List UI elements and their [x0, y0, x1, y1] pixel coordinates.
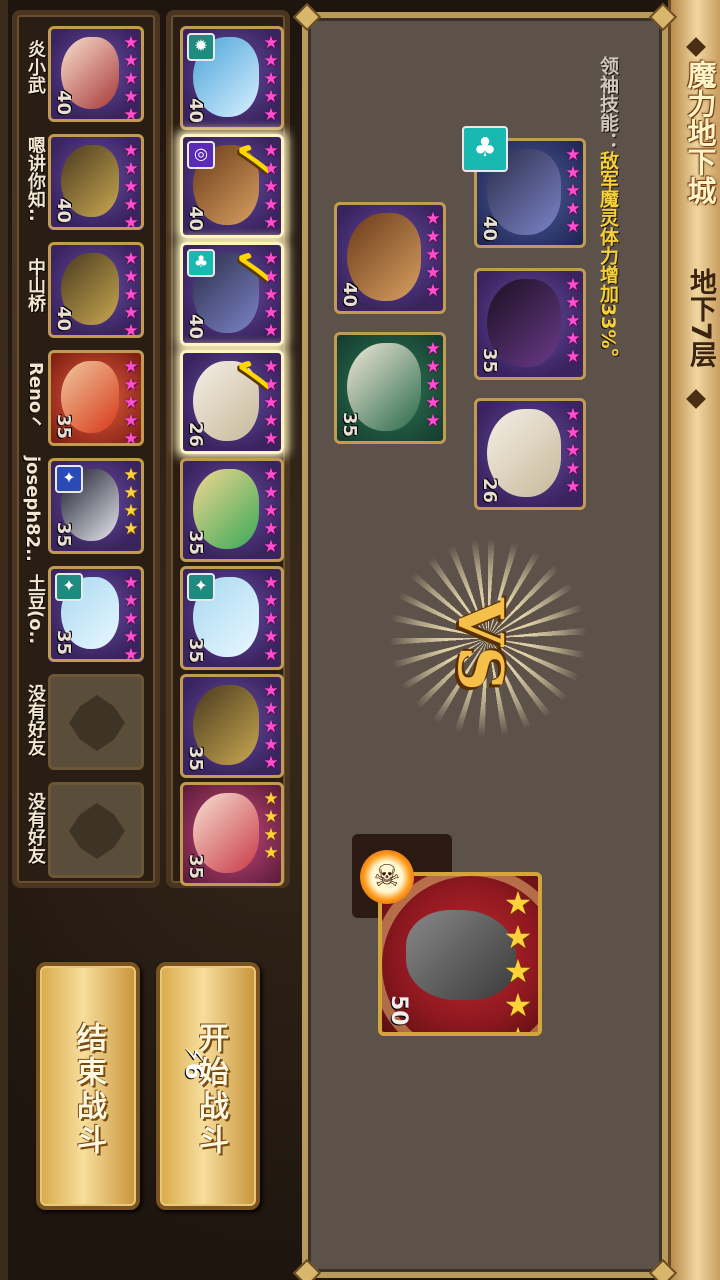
- friend-monster-card[interactable]: 35 ★★★★★: [48, 350, 144, 446]
- dungeon-title: 魔力地下城: [683, 60, 717, 205]
- friend-monster-card[interactable]: 40 ★★★★★: [48, 26, 144, 122]
- friend-name: 土豆(o..: [25, 574, 46, 645]
- selected-checkmark-icon: ✓: [221, 352, 285, 399]
- title-bar: 魔力地下城 地下7层: [668, 0, 720, 1280]
- enemy-monster-card[interactable]: 26 ★★★★★: [474, 398, 586, 510]
- end-battle-button[interactable]: 结束战斗: [36, 962, 140, 1210]
- corner-ornament: [292, 1258, 322, 1280]
- empty-slot-icon: [69, 803, 125, 859]
- my-monster-card[interactable]: 35 ★★★★★: [180, 458, 284, 562]
- skill-effect-icon: ✦: [55, 465, 83, 493]
- empty-friend-slot: [48, 674, 144, 770]
- monster-level: 35: [185, 853, 206, 879]
- monster-stars: ★★★★: [121, 465, 141, 537]
- monster-level: 26: [185, 421, 206, 447]
- friend-name: 中山桥: [25, 258, 46, 312]
- monster-level: 35: [185, 637, 206, 663]
- monster-level: 40: [53, 89, 74, 115]
- monster-level: 26: [479, 477, 500, 503]
- monster-stars: ★★★★★: [121, 249, 141, 338]
- monster-level: 40: [53, 305, 74, 331]
- leader-skill-icon: ♣: [462, 126, 508, 172]
- enemy-monster-card[interactable]: 35 ★★★★★: [474, 268, 586, 380]
- leader-skill-label: 领袖技能：: [597, 56, 619, 151]
- friend-name: 炎小武: [25, 40, 46, 94]
- monster-level: 40: [339, 281, 360, 307]
- friend-monster-card[interactable]: 40 ★★★★★: [48, 134, 144, 230]
- empty-friend-slot: [48, 782, 144, 878]
- monster-stars: ★★★★★: [121, 141, 141, 230]
- monster-stars: ★★★★★: [121, 33, 141, 122]
- leader-skill-icon: ♣: [187, 249, 215, 277]
- monster-level: 35: [53, 521, 74, 547]
- my-monster-card[interactable]: 40 ★★★★★ ✹: [180, 26, 284, 130]
- friend-monster-card[interactable]: 40 ★★★★★: [48, 242, 144, 338]
- start-battle-button[interactable]: 开始战斗: [156, 962, 260, 1210]
- monster-stars: ★★★★★: [121, 573, 141, 662]
- monster-level: 40: [479, 215, 500, 241]
- friend-name: joseph82..: [22, 456, 43, 562]
- skill-effect-icon: ✹: [187, 33, 215, 61]
- empty-slot-icon: [69, 695, 125, 751]
- start-battle-label: 开始战斗: [193, 1022, 228, 1158]
- skill-effect-icon: ◎: [187, 141, 215, 169]
- my-monster-card[interactable]: 35 ★★★★★: [180, 674, 284, 778]
- monster-stars: ★★★★★: [423, 339, 443, 429]
- skill-effect-icon: ✦: [187, 573, 215, 601]
- monster-stars: ★★★★★: [423, 209, 443, 299]
- enemy-monster-card[interactable]: 35 ★★★★★: [334, 332, 446, 444]
- monster-level: 35: [185, 745, 206, 771]
- boss-stars: ★★★★★: [499, 884, 537, 1036]
- friend-name: 没有好友: [25, 792, 46, 864]
- vs-label: VS: [444, 598, 517, 691]
- friend-monster-card[interactable]: 35 ★★★★★ ✦: [48, 566, 144, 662]
- my-monster-card[interactable]: 35 ★★★★★ ✦: [180, 566, 284, 670]
- energy-cost: ⚡6: [180, 1046, 208, 1080]
- monster-level: 40: [185, 313, 206, 339]
- monster-level: 35: [185, 529, 206, 555]
- enemy-monster-card[interactable]: 40 ★★★★★: [334, 202, 446, 314]
- monster-level: 40: [53, 197, 74, 223]
- monster-stars: ★★★★★: [261, 465, 281, 555]
- leader-skill-hint: 领袖技能：敌军魔灵体力增加33%。: [597, 56, 619, 368]
- end-battle-label: 结束战斗: [71, 1022, 106, 1158]
- game-screen: { "title": { "main": "魔力地下城", "floor": "…: [0, 0, 720, 1280]
- monster-level: 40: [185, 97, 206, 123]
- monster-level: 35: [53, 629, 74, 655]
- floor-label: 地下7层: [685, 268, 716, 368]
- monster-level: 35: [339, 411, 360, 437]
- monster-stars: ★★★★★: [261, 681, 281, 771]
- monster-stars: ★★★★★: [563, 145, 583, 235]
- selected-checkmark-icon: ✓: [221, 136, 285, 183]
- friend-name: 嗯讲你知..: [25, 136, 46, 222]
- screen-edge: [0, 0, 8, 1280]
- monster-level: 35: [479, 347, 500, 373]
- monster-stars: ★★★★★: [261, 573, 281, 663]
- monster-stars: ★★★★★: [121, 357, 141, 446]
- leader-skill-text: 敌军魔灵体力增加33%。: [597, 151, 619, 368]
- boss-level: 50: [386, 995, 411, 1026]
- friend-name: 没有好友: [25, 684, 46, 756]
- friend-name: Reno丶: [25, 362, 46, 432]
- monster-stars: ★★★★★: [261, 33, 281, 123]
- boss-skull-icon: ☠: [360, 850, 414, 904]
- skill-effect-icon: ✦: [55, 573, 83, 601]
- monster-level: 40: [185, 205, 206, 231]
- selected-checkmark-icon: ✓: [221, 244, 285, 291]
- monster-stars: ★★★★★: [563, 275, 583, 365]
- corner-ornament: [292, 2, 322, 32]
- monster-level: 35: [53, 413, 74, 439]
- title-diamond-icon: [686, 37, 706, 57]
- friend-monster-card[interactable]: 35 ★★★★ ✦: [48, 458, 144, 554]
- monster-stars: ★★★★: [261, 789, 281, 861]
- title-diamond-icon: [686, 389, 706, 409]
- monster-stars: ★★★★★: [563, 405, 583, 495]
- my-monster-card[interactable]: 35 ★★★★: [180, 782, 284, 886]
